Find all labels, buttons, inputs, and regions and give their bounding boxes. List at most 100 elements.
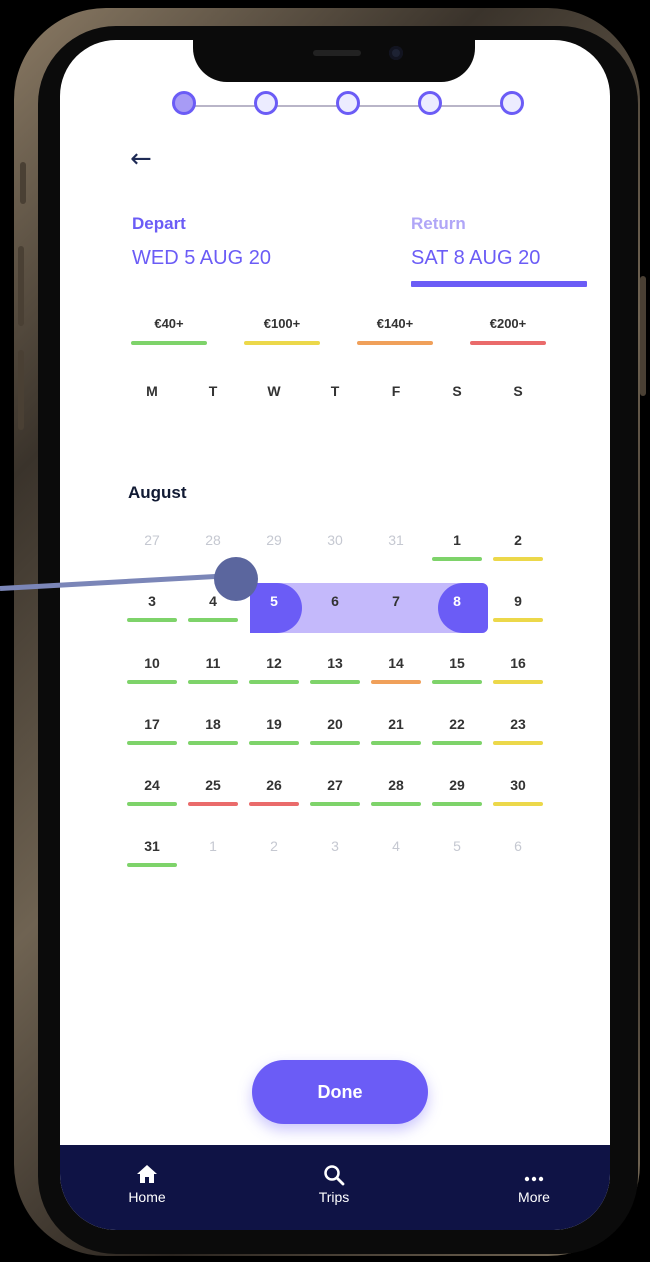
calendar-day[interactable]: 30 bbox=[492, 767, 544, 817]
calendar-day[interactable]: 14 bbox=[370, 645, 422, 695]
price-indicator-bar bbox=[432, 557, 482, 561]
calendar-day-number: 13 bbox=[327, 655, 343, 671]
nav-trips[interactable]: Trips bbox=[294, 1163, 374, 1205]
calendar-day[interactable]: 10 bbox=[126, 645, 178, 695]
calendar-day[interactable]: 25 bbox=[187, 767, 239, 817]
calendar-day-number: 22 bbox=[449, 716, 465, 732]
calendar-day-number: 5 bbox=[453, 838, 461, 854]
calendar-day-number: 31 bbox=[388, 532, 404, 548]
calendar-day-number: 29 bbox=[266, 532, 282, 548]
step-5[interactable] bbox=[500, 91, 524, 115]
depart-date[interactable]: WED 5 AUG 20 bbox=[132, 247, 271, 270]
weekday-label: S bbox=[513, 383, 523, 399]
legend-bar bbox=[244, 341, 320, 345]
calendar-day[interactable]: 31 bbox=[126, 828, 178, 878]
price-indicator-bar bbox=[493, 557, 543, 561]
calendar-day-number: 6 bbox=[514, 838, 522, 854]
legend-bar bbox=[470, 341, 546, 345]
calendar-day-selected[interactable]: 8 bbox=[431, 583, 483, 633]
calendar-day[interactable]: 7 bbox=[370, 583, 422, 633]
calendar-day-number: 30 bbox=[327, 532, 343, 548]
calendar-day[interactable]: 2 bbox=[492, 522, 544, 572]
price-indicator-bar bbox=[493, 741, 543, 745]
app-screen: ← Depart WED 5 AUG 20 Return SAT 8 AUG 2… bbox=[60, 40, 610, 1230]
calendar-day-outside-month: 4 bbox=[370, 828, 422, 878]
price-indicator-bar bbox=[310, 741, 360, 745]
calendar-day-outside-month: 1 bbox=[187, 828, 239, 878]
price-indicator-bar bbox=[371, 680, 421, 684]
calendar-day-number: 11 bbox=[205, 655, 221, 671]
calendar-day[interactable]: 1 bbox=[431, 522, 483, 572]
step-2[interactable] bbox=[254, 91, 278, 115]
calendar-day[interactable]: 29 bbox=[431, 767, 483, 817]
calendar-day[interactable]: 23 bbox=[492, 706, 544, 756]
weekday-label: W bbox=[267, 383, 281, 399]
calendar-day[interactable]: 21 bbox=[370, 706, 422, 756]
price-indicator-bar bbox=[432, 680, 482, 684]
return-active-indicator bbox=[411, 281, 587, 287]
side-button-mute bbox=[20, 162, 26, 204]
calendar-day-number: 8 bbox=[453, 593, 461, 609]
front-camera bbox=[389, 46, 403, 60]
weekday-label: M bbox=[146, 383, 158, 399]
calendar-day-number: 15 bbox=[449, 655, 465, 671]
calendar-day-number: 2 bbox=[270, 838, 278, 854]
calendar-day[interactable]: 18 bbox=[187, 706, 239, 756]
nav-home[interactable]: Home bbox=[107, 1163, 187, 1205]
legend-label: €140+ bbox=[376, 316, 414, 331]
calendar-day[interactable]: 19 bbox=[248, 706, 300, 756]
step-1[interactable] bbox=[172, 91, 196, 115]
price-indicator-bar bbox=[249, 680, 299, 684]
calendar-day-number: 9 bbox=[514, 593, 522, 609]
calendar-day[interactable]: 17 bbox=[126, 706, 178, 756]
calendar-day[interactable]: 12 bbox=[248, 645, 300, 695]
calendar-day[interactable]: 6 bbox=[309, 583, 361, 633]
calendar-day[interactable]: 4 bbox=[187, 583, 239, 633]
calendar-day-number: 30 bbox=[510, 777, 526, 793]
price-indicator-bar bbox=[493, 802, 543, 806]
price-indicator-bar bbox=[188, 680, 238, 684]
back-arrow-icon[interactable]: ← bbox=[130, 144, 160, 174]
return-date[interactable]: SAT 8 AUG 20 bbox=[411, 247, 540, 270]
calendar-day-number: 29 bbox=[449, 777, 465, 793]
price-indicator-bar bbox=[127, 680, 177, 684]
calendar-day[interactable]: 26 bbox=[248, 767, 300, 817]
bottom-nav: Home Trips More bbox=[60, 1145, 610, 1230]
done-button[interactable]: Done bbox=[252, 1060, 428, 1124]
calendar-day-number: 5 bbox=[270, 593, 278, 609]
calendar-day-number: 28 bbox=[388, 777, 404, 793]
calendar-day-number: 20 bbox=[327, 716, 343, 732]
calendar-day[interactable]: 15 bbox=[431, 645, 483, 695]
calendar-day[interactable]: 16 bbox=[492, 645, 544, 695]
calendar-day-number: 3 bbox=[148, 593, 156, 609]
nav-more[interactable]: More bbox=[494, 1163, 574, 1205]
legend-item: €100+ bbox=[244, 316, 320, 345]
price-indicator-bar bbox=[188, 802, 238, 806]
calendar-day[interactable]: 22 bbox=[431, 706, 483, 756]
calendar-day[interactable]: 3 bbox=[126, 583, 178, 633]
price-indicator-bar bbox=[249, 741, 299, 745]
step-3[interactable] bbox=[336, 91, 360, 115]
depart-label: Depart bbox=[132, 214, 186, 233]
calendar-day-number: 17 bbox=[144, 716, 160, 732]
calendar-day[interactable]: 20 bbox=[309, 706, 361, 756]
side-button-volume-down bbox=[18, 350, 24, 430]
calendar-day[interactable]: 28 bbox=[370, 767, 422, 817]
legend-item: €200+ bbox=[470, 316, 546, 345]
calendar-day[interactable]: 13 bbox=[309, 645, 361, 695]
legend-label: €200+ bbox=[489, 316, 527, 331]
calendar-day-number: 26 bbox=[266, 777, 282, 793]
calendar-day-number: 4 bbox=[209, 593, 217, 609]
legend-item: €140+ bbox=[357, 316, 433, 345]
calendar-day-outside-month: 3 bbox=[309, 828, 361, 878]
calendar-day-selected[interactable]: 5 bbox=[248, 583, 300, 633]
calendar-day[interactable]: 27 bbox=[309, 767, 361, 817]
price-indicator-bar bbox=[249, 802, 299, 806]
calendar-day[interactable]: 24 bbox=[126, 767, 178, 817]
calendar-day[interactable]: 11 bbox=[187, 645, 239, 695]
calendar-day[interactable]: 9 bbox=[492, 583, 544, 633]
phone-notch bbox=[193, 40, 475, 82]
step-4[interactable] bbox=[418, 91, 442, 115]
price-indicator-bar bbox=[127, 741, 177, 745]
calendar-day-outside-month: 31 bbox=[370, 522, 422, 572]
